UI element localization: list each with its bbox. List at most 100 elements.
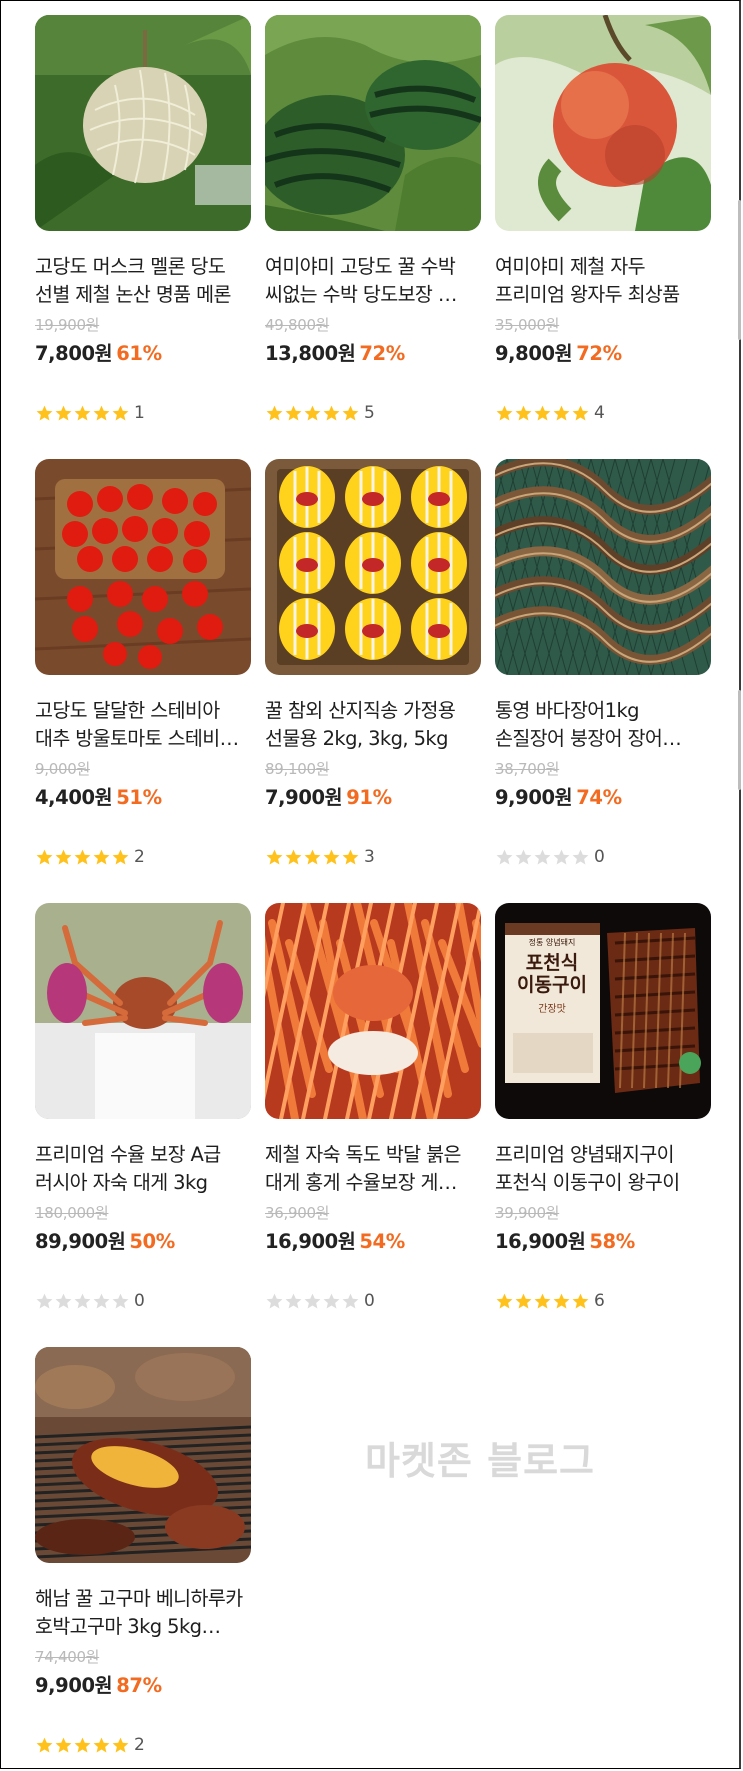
product-card-10[interactable]: 해남 꿀 고구마 베니하루카 호박고구마 3kg 5kg… 74,400원 9,… — [35, 1347, 251, 1756]
price-line: 4,400원 51% — [35, 784, 251, 812]
sale-price: 9,800원 — [495, 342, 573, 365]
plum-image[interactable] — [495, 15, 711, 231]
star-filled-icon — [111, 848, 130, 867]
sale-price: 9,900원 — [35, 1674, 113, 1697]
product-card-3[interactable]: 여미야미 제철 자두 프리미엄 왕자두 최상품 35,000원 9,800원 72… — [495, 15, 711, 424]
sale-price: 9,900원 — [495, 786, 573, 809]
rating: 0 — [35, 1290, 251, 1312]
package-brand: 정통 양념돼지 — [528, 938, 576, 947]
original-price: 35,000원 — [495, 316, 560, 334]
original-price: 180,000원 — [35, 1204, 109, 1222]
original-price: 38,700원 — [495, 760, 560, 778]
star-filled-icon — [341, 848, 360, 867]
eel-image[interactable] — [495, 459, 711, 675]
star-filled-icon — [514, 404, 533, 423]
melon-image[interactable] — [35, 15, 251, 231]
rating: 0 — [265, 1290, 481, 1312]
package-name-line1: 포천식 — [525, 952, 579, 974]
review-count: 3 — [364, 847, 375, 867]
product-title[interactable]: 고당도 달달한 스테비아 대추 방울토마토 스테비… — [35, 697, 249, 753]
star-empty-icon — [92, 1292, 111, 1311]
original-price: 89,100원 — [265, 760, 330, 778]
product-card-1[interactable]: 고당도 머스크 멜론 당도 선별 제철 논산 명품 메론 19,900원 7,8… — [35, 15, 251, 424]
star-filled-icon — [73, 848, 92, 867]
sale-price: 16,900원 — [495, 1230, 586, 1253]
price-line: 7,800원 61% — [35, 340, 251, 368]
star-empty-icon — [303, 1292, 322, 1311]
star-rating — [495, 404, 590, 423]
star-empty-icon — [265, 1292, 284, 1311]
price-line: 9,900원 74% — [495, 784, 711, 812]
discount-rate: 51% — [116, 786, 162, 809]
rating: 4 — [495, 402, 711, 424]
star-empty-icon — [54, 1292, 73, 1311]
star-filled-icon — [73, 404, 92, 423]
original-price: 74,400원 — [35, 1648, 100, 1666]
discount-rate: 54% — [359, 1230, 405, 1253]
sweet-potato-image[interactable] — [35, 1347, 251, 1563]
price-line: 9,900원 87% — [35, 1672, 251, 1700]
star-rating — [495, 1292, 590, 1311]
price-line: 89,900원 50% — [35, 1228, 251, 1256]
product-title[interactable]: 고당도 머스크 멜론 당도 선별 제철 논산 명품 메론 — [35, 253, 249, 309]
star-empty-icon — [284, 1292, 303, 1311]
star-empty-icon — [322, 1292, 341, 1311]
sale-price: 4,400원 — [35, 786, 113, 809]
product-title[interactable]: 통영 바다장어1kg 손질장어 붕장어 장어 아나고 — [495, 697, 709, 753]
product-card-5[interactable]: 꿀 참외 산지직송 가정용 선물용 2kg, 3kg, 5kg 89,100원 … — [265, 459, 481, 868]
product-title[interactable]: 여미야미 제철 자두 프리미엄 왕자두 최상품 — [495, 253, 709, 309]
product-title[interactable]: 제철 자숙 독도 박달 붉은 대게 홍게 수율보장 게… — [265, 1141, 479, 1197]
star-filled-icon — [54, 848, 73, 867]
discount-rate: 87% — [116, 1674, 162, 1697]
star-filled-icon — [571, 1292, 590, 1311]
star-filled-icon — [303, 404, 322, 423]
red-crab-image[interactable] — [265, 903, 481, 1119]
price-line: 9,800원 72% — [495, 340, 711, 368]
discount-rate: 58% — [589, 1230, 635, 1253]
original-price: 19,900원 — [35, 316, 100, 334]
discount-rate: 74% — [576, 786, 622, 809]
star-filled-icon — [495, 404, 514, 423]
review-count: 0 — [364, 1291, 375, 1311]
product-card-6[interactable]: 통영 바다장어1kg 손질장어 붕장어 장어 아나고 38,700원 9,900… — [495, 459, 711, 868]
star-rating — [265, 1292, 360, 1311]
price-line: 16,900원 54% — [265, 1228, 481, 1256]
korean-melon-image[interactable] — [265, 459, 481, 675]
discount-rate: 91% — [346, 786, 392, 809]
sale-price: 16,900원 — [265, 1230, 356, 1253]
snow-crab-image[interactable] — [35, 903, 251, 1119]
product-card-9[interactable]: 정통 양념돼지 포천식 이동구이 간장맛 프리미엄 양념돼지구이 포천식 이동구이 왕… — [495, 903, 711, 1312]
product-title[interactable]: 여미야미 고당도 꿀 수박 씨없는 수박 당도보장 … — [265, 253, 479, 309]
star-filled-icon — [35, 848, 54, 867]
product-title[interactable]: 해남 꿀 고구마 베니하루카 호박고구마 3kg 5kg… — [35, 1585, 249, 1641]
star-filled-icon — [495, 1292, 514, 1311]
star-rating — [265, 404, 360, 423]
star-filled-icon — [54, 1736, 73, 1755]
pork-ribs-image[interactable]: 정통 양념돼지 포천식 이동구이 간장맛 — [495, 903, 711, 1119]
product-card-4[interactable]: 고당도 달달한 스테비아 대추 방울토마토 스테비… 9,000원 4,400원… — [35, 459, 251, 868]
rating: 1 — [35, 402, 251, 424]
watermark: 마켓존 블로그 — [365, 1439, 595, 1483]
product-title[interactable]: 프리미엄 양념돼지구이 포천식 이동구이 왕구이 — [495, 1141, 709, 1197]
rating: 2 — [35, 1734, 251, 1756]
product-title[interactable]: 프리미엄 수율 보장 A급 러시아 자숙 대게 3kg — [35, 1141, 249, 1197]
watermelon-image[interactable] — [265, 15, 481, 231]
star-filled-icon — [111, 404, 130, 423]
product-card-8[interactable]: 제철 자숙 독도 박달 붉은 대게 홍게 수율보장 게… 36,900원 16,… — [265, 903, 481, 1312]
star-filled-icon — [92, 848, 111, 867]
rating: 6 — [495, 1290, 711, 1312]
product-card-2[interactable]: 여미야미 고당도 꿀 수박 씨없는 수박 당도보장 … 49,800원 13,8… — [265, 15, 481, 424]
star-filled-icon — [35, 1736, 54, 1755]
star-empty-icon — [35, 1292, 54, 1311]
star-filled-icon — [571, 404, 590, 423]
star-filled-icon — [341, 404, 360, 423]
rating: 0 — [495, 846, 711, 868]
product-title[interactable]: 꿀 참외 산지직송 가정용 선물용 2kg, 3kg, 5kg — [265, 697, 479, 753]
star-filled-icon — [265, 404, 284, 423]
star-filled-icon — [35, 404, 54, 423]
product-card-7[interactable]: 프리미엄 수율 보장 A급 러시아 자숙 대게 3kg 180,000원 89,… — [35, 903, 251, 1312]
star-filled-icon — [92, 404, 111, 423]
star-filled-icon — [284, 404, 303, 423]
price-line: 16,900원 58% — [495, 1228, 711, 1256]
tomato-image[interactable] — [35, 459, 251, 675]
